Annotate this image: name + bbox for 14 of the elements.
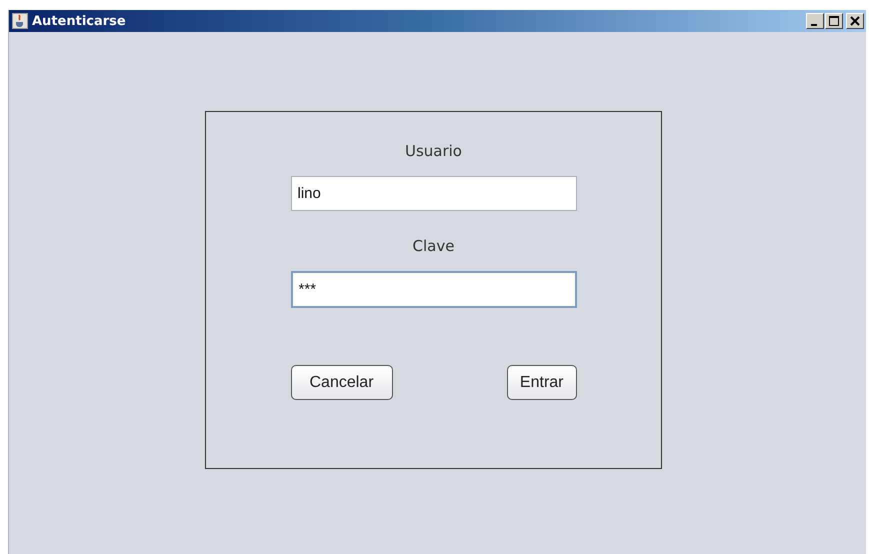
maximize-button[interactable]	[825, 13, 843, 29]
cancel-button[interactable]: Cancelar	[290, 365, 393, 400]
field-label: Clave	[412, 237, 454, 255]
submit-button[interactable]: Entrar	[506, 365, 576, 400]
minimize-button[interactable]	[806, 13, 824, 29]
window-title: Autenticarse	[32, 14, 127, 28]
coffee-cup-icon	[12, 13, 28, 29]
close-button[interactable]	[846, 13, 864, 29]
close-icon	[850, 16, 860, 26]
minimize-icon	[810, 24, 816, 26]
maximize-icon	[829, 16, 839, 26]
password-field[interactable]: ***	[290, 271, 576, 308]
username-field[interactable]: lino	[290, 176, 576, 211]
field-label: Usuario	[404, 142, 462, 160]
